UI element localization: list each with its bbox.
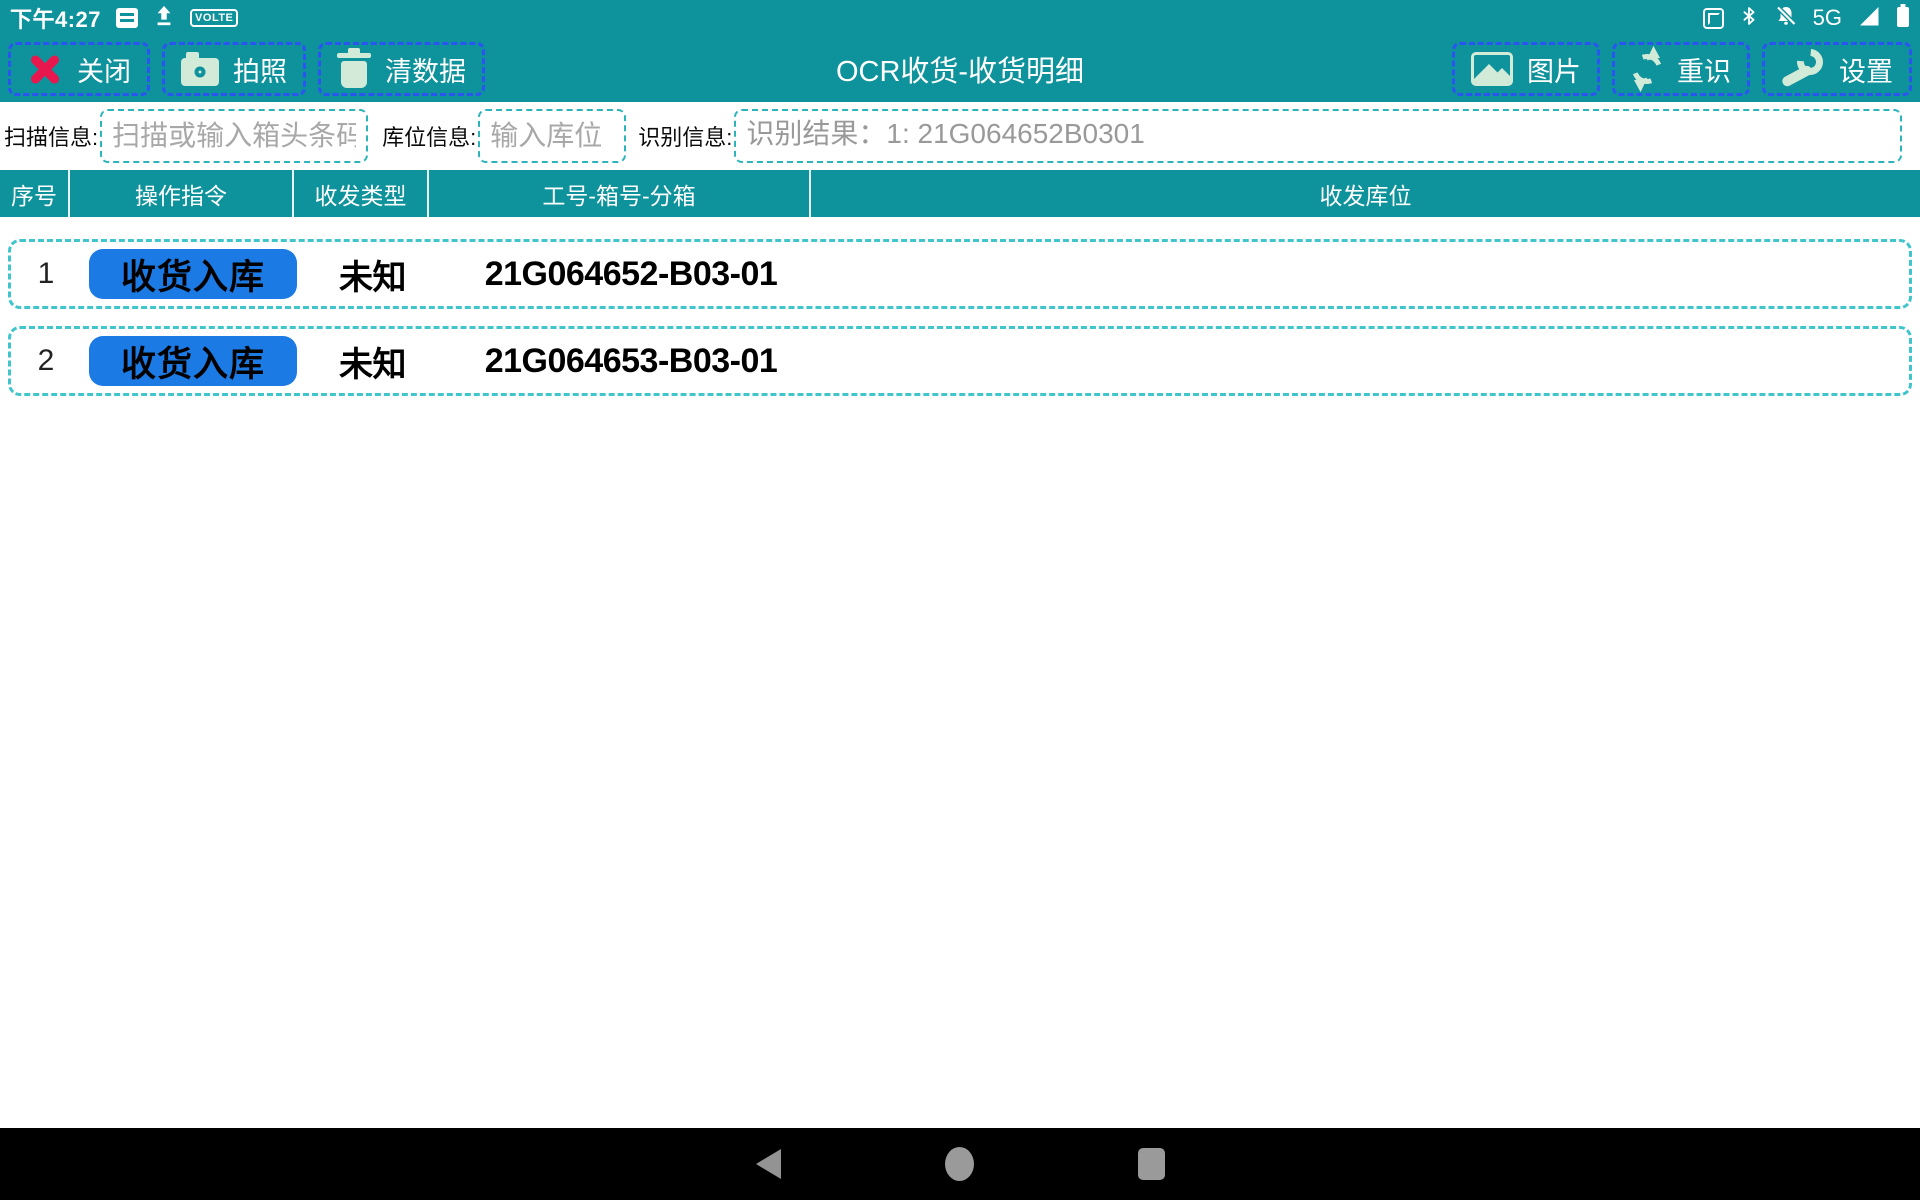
status-bar: 下午4:27 VOLTE 5G xyxy=(0,0,1920,36)
screen-capture-icon xyxy=(1703,8,1724,29)
take-photo-button[interactable]: 拍照 xyxy=(162,42,306,96)
back-icon[interactable] xyxy=(756,1149,781,1179)
message-notification-icon xyxy=(116,8,138,28)
scan-form: 扫描信息: 库位信息: 识别信息: 识别结果：1: 21G064652B0301… xyxy=(0,102,1920,170)
clock: 下午4:27 xyxy=(10,2,101,34)
clear-data-button[interactable]: 清数据 xyxy=(318,42,485,96)
page-title: OCR收货-收货明细 xyxy=(836,48,1084,90)
col-header-type: 收发类型 xyxy=(294,170,429,217)
rerecognize-button-label: 重识 xyxy=(1677,50,1731,89)
recognition-result-field[interactable]: 识别结果：1: 21G064652B0301 2: HITACHI xyxy=(734,109,1902,163)
android-nav-bar xyxy=(0,1128,1920,1200)
location-input[interactable] xyxy=(478,109,626,163)
refresh-icon xyxy=(1631,53,1663,85)
status-left: 下午4:27 VOLTE xyxy=(10,2,238,34)
receive-instock-button[interactable]: 收货入库 xyxy=(89,249,297,299)
volte-badge: VOLTE xyxy=(190,9,238,27)
close-button[interactable]: 关闭 xyxy=(8,42,150,96)
toolbar-right-group: 图片 重识 设置 xyxy=(1452,42,1912,96)
toolbar-left-group: 关闭 拍照 清数据 xyxy=(8,42,485,96)
recents-icon[interactable] xyxy=(1138,1148,1165,1180)
col-header-box: 工号-箱号-分箱 xyxy=(429,170,811,217)
row-index: 1 xyxy=(11,257,81,291)
notifications-off-icon xyxy=(1774,4,1798,33)
bluetooth-icon xyxy=(1739,4,1759,33)
battery-icon xyxy=(1896,4,1910,33)
receipt-list: 1 收货入库 未知 21G064652-B03-01 2 收货入库 未知 21G… xyxy=(0,217,1920,396)
location-info-label: 库位信息: xyxy=(382,120,476,152)
table-row[interactable]: 1 收货入库 未知 21G064652-B03-01 xyxy=(8,239,1912,309)
image-button-label: 图片 xyxy=(1527,50,1581,89)
take-photo-button-label: 拍照 xyxy=(233,50,287,89)
row-type: 未知 xyxy=(305,337,440,386)
trash-icon xyxy=(341,61,367,88)
row-action-cell: 收货入库 xyxy=(81,336,305,386)
row-index: 2 xyxy=(11,344,81,378)
settings-button-label: 设置 xyxy=(1839,50,1893,89)
close-icon xyxy=(27,52,63,86)
settings-button[interactable]: 设置 xyxy=(1762,42,1912,96)
receive-instock-button[interactable]: 收货入库 xyxy=(89,336,297,386)
close-button-label: 关闭 xyxy=(77,50,131,89)
signal-icon xyxy=(1857,4,1881,33)
scan-info-label: 扫描信息: xyxy=(4,120,98,152)
recognition-result-line1: 识别结果：1: 21G064652B0301 xyxy=(746,115,1890,152)
home-icon[interactable] xyxy=(945,1147,974,1181)
row-box-id: 21G064652-B03-01 xyxy=(440,255,822,294)
row-action-cell: 收货入库 xyxy=(81,249,305,299)
col-header-action: 操作指令 xyxy=(70,170,294,217)
clear-data-button-label: 清数据 xyxy=(385,50,466,89)
image-button[interactable]: 图片 xyxy=(1452,42,1600,96)
upload-icon xyxy=(153,4,175,33)
rerecognize-button[interactable]: 重识 xyxy=(1612,42,1750,96)
row-type: 未知 xyxy=(305,250,440,299)
image-icon xyxy=(1471,52,1513,86)
status-right: 5G xyxy=(1703,4,1910,33)
camera-icon xyxy=(181,58,219,86)
row-box-id: 21G064653-B03-01 xyxy=(440,342,822,381)
table-header: 序号 操作指令 收发类型 工号-箱号-分箱 收发库位 xyxy=(0,170,1920,217)
col-header-index: 序号 xyxy=(0,170,70,217)
table-row[interactable]: 2 收货入库 未知 21G064653-B03-01 xyxy=(8,326,1912,396)
wrench-icon xyxy=(1781,48,1825,90)
network-type: 5G xyxy=(1813,5,1842,31)
toolbar: 关闭 拍照 清数据 OCR收货-收货明细 图片 重识 设置 xyxy=(0,36,1920,102)
recognition-info-label: 识别信息: xyxy=(638,120,732,152)
recognition-result-line2: 2: HITACHI xyxy=(746,152,1890,163)
scan-input[interactable] xyxy=(100,109,368,163)
col-header-location: 收发库位 xyxy=(811,170,1920,217)
